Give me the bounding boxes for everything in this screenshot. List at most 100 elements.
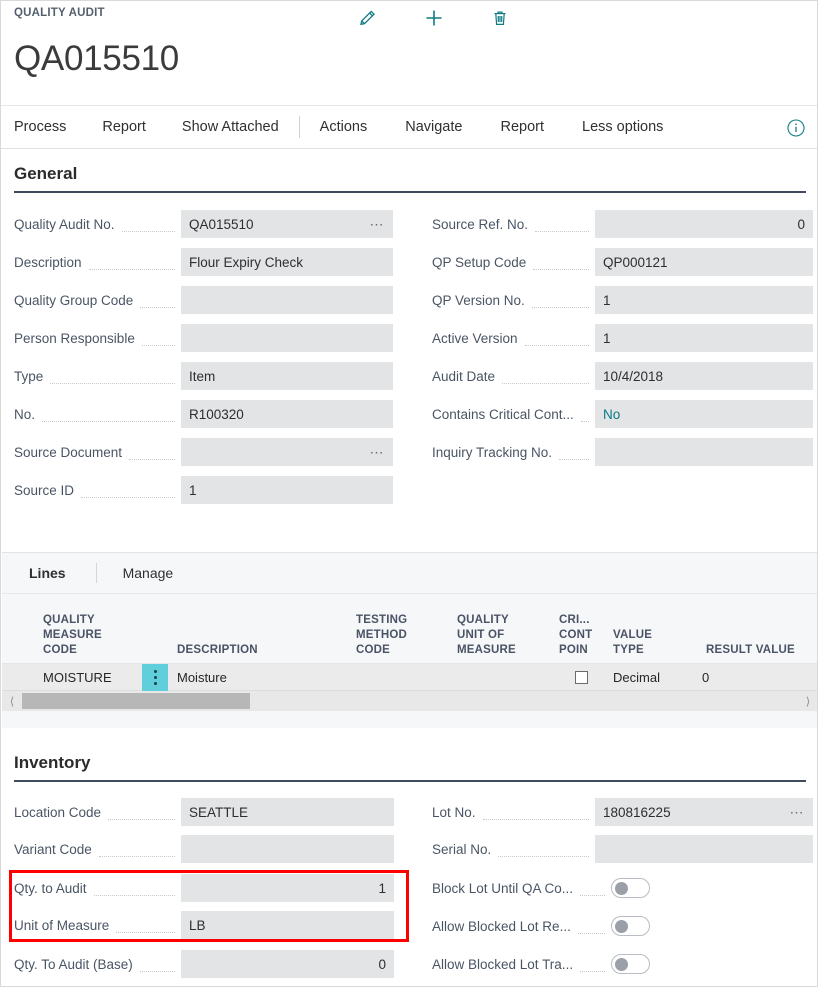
input-audit-date[interactable]: 10/4/2018 <box>595 362 813 390</box>
input-source-ref-no[interactable]: 0 <box>595 210 813 238</box>
leader-dots <box>94 883 175 896</box>
cell-description[interactable]: Moisture <box>177 664 227 691</box>
lookup-ellipsis-icon[interactable]: ⋯ <box>790 805 806 819</box>
cell-result-value[interactable]: 0 <box>702 664 709 691</box>
toggle-block-lot-until-qa-complete[interactable] <box>611 878 650 898</box>
label-description: Description <box>14 255 82 270</box>
input-no[interactable]: R100320 <box>181 400 393 428</box>
value-unit-of-measure: LB <box>189 918 206 933</box>
input-qty-to-audit[interactable]: 1 <box>181 874 394 902</box>
ribbon-item-report[interactable]: Report <box>102 119 146 135</box>
col-description[interactable]: DESCRIPTION <box>177 643 258 658</box>
row-options-icon[interactable] <box>142 664 168 691</box>
input-type[interactable]: Item <box>181 362 393 390</box>
field-inquiry-tracking-no: Inquiry Tracking No. <box>432 438 813 466</box>
lookup-ellipsis-icon[interactable]: ⋯ <box>370 445 386 459</box>
label-inquiry-tracking-no: Inquiry Tracking No. <box>432 445 552 460</box>
ribbon-item-navigate[interactable]: Navigate <box>405 119 462 135</box>
cell-critical-control-point[interactable] <box>575 664 588 691</box>
field-location-code: Location Code SEATTLE <box>14 798 394 826</box>
label-person-responsible: Person Responsible <box>14 331 135 346</box>
col-result-value[interactable]: RESULT VALUE <box>706 643 795 658</box>
input-qp-setup-code[interactable]: QP000121 <box>595 248 813 276</box>
value-active-version: 1 <box>603 331 611 346</box>
input-serial-no[interactable] <box>595 835 813 863</box>
leader-dots <box>129 447 175 460</box>
leader-dots <box>532 295 589 308</box>
tab-manage[interactable]: Manage <box>123 565 174 581</box>
field-block-lot-until-qa-complete: Block Lot Until QA Co... <box>432 874 650 902</box>
input-quality-group-code[interactable] <box>181 286 393 314</box>
delete-trash-icon[interactable] <box>485 3 515 33</box>
input-qp-version-no[interactable]: 1 <box>595 286 813 314</box>
scrollbar-track[interactable] <box>22 691 798 711</box>
cell-quality-measure-code[interactable]: MOISTURE <box>43 664 112 691</box>
toggle-knob <box>615 958 628 971</box>
leader-dots <box>142 333 175 346</box>
input-description[interactable]: Flour Expiry Check <box>181 248 393 276</box>
leader-dots <box>559 447 589 460</box>
toggle-allow-blocked-lot-transfer[interactable] <box>611 954 650 974</box>
label-source-ref-no: Source Ref. No. <box>432 217 528 232</box>
input-qty-to-audit-base[interactable]: 0 <box>181 950 394 978</box>
leader-dots <box>525 333 589 346</box>
field-active-version: Active Version 1 <box>432 324 813 352</box>
leader-dots <box>498 844 589 857</box>
col-testing-method-code[interactable]: TESTING METHOD CODE <box>356 613 407 658</box>
ribbon-item-less-options[interactable]: Less options <box>582 119 663 135</box>
breadcrumb: QUALITY AUDIT <box>14 7 105 19</box>
leader-dots <box>580 959 605 972</box>
label-block-lot-until-qa-complete: Block Lot Until QA Co... <box>432 881 573 896</box>
page-title: QA015510 <box>14 37 179 81</box>
input-unit-of-measure[interactable]: LB <box>181 911 394 939</box>
input-active-version[interactable]: 1 <box>595 324 813 352</box>
chevron-left-icon[interactable]: ⟨ <box>2 695 22 708</box>
input-inquiry-tracking-no[interactable] <box>595 438 813 466</box>
grid-header-row: QUALITY MEASURE CODE DESCRIPTION TESTING… <box>2 594 818 664</box>
scrollbar-thumb[interactable] <box>22 693 250 709</box>
col-quality-measure-code[interactable]: QUALITY MEASURE CODE <box>43 613 102 658</box>
input-quality-audit-no[interactable]: QA015510 ⋯ <box>181 210 393 238</box>
input-source-id[interactable]: 1 <box>181 476 393 504</box>
label-source-id: Source ID <box>14 483 74 498</box>
ribbon-item-report-2[interactable]: Report <box>500 119 544 135</box>
table-row[interactable]: MOISTURE Moisture Decimal 0 <box>2 664 818 691</box>
ribbon-divider <box>299 116 300 138</box>
horizontal-scrollbar[interactable]: ⟨ ⟩ <box>2 691 818 711</box>
leader-dots <box>483 807 589 820</box>
input-location-code[interactable]: SEATTLE <box>181 798 394 826</box>
leader-dots <box>140 959 175 972</box>
critical-control-point-checkbox[interactable] <box>575 671 588 684</box>
toggle-allow-blocked-lot-receipt[interactable] <box>611 916 650 936</box>
input-person-responsible[interactable] <box>181 324 393 352</box>
value-source-id: 1 <box>189 483 197 498</box>
lookup-ellipsis-icon[interactable]: ⋯ <box>370 217 386 231</box>
ribbon-item-process[interactable]: Process <box>14 119 66 135</box>
input-contains-critical-control-point[interactable]: No <box>595 400 813 428</box>
input-source-document[interactable]: ⋯ <box>181 438 393 466</box>
input-variant-code[interactable] <box>181 835 394 863</box>
label-source-document: Source Document <box>14 445 122 460</box>
cell-value-type[interactable]: Decimal <box>613 664 660 691</box>
label-qp-setup-code: QP Setup Code <box>432 255 526 270</box>
ribbon-item-show-attached[interactable]: Show Attached <box>182 119 279 135</box>
col-quality-unit-of-measure[interactable]: QUALITY UNIT OF MEASURE <box>457 613 516 658</box>
col-value-type[interactable]: VALUE TYPE <box>613 628 652 658</box>
field-variant-code: Variant Code <box>14 835 394 863</box>
chevron-right-icon[interactable]: ⟩ <box>798 695 818 708</box>
label-location-code: Location Code <box>14 805 101 820</box>
leader-dots <box>533 257 589 270</box>
new-plus-icon[interactable] <box>419 3 449 33</box>
ribbon-item-actions[interactable]: Actions <box>320 119 368 135</box>
leader-dots <box>116 920 175 933</box>
field-allow-blocked-lot-receipt: Allow Blocked Lot Re... <box>432 912 650 940</box>
tab-lines[interactable]: Lines <box>29 565 66 581</box>
edit-pencil-icon[interactable] <box>353 3 383 33</box>
col-critical-control-point[interactable]: CRI... CONT POIN <box>559 613 592 658</box>
field-allow-blocked-lot-transfer: Allow Blocked Lot Tra... <box>432 950 650 978</box>
value-lot-no: 180816225 <box>603 805 671 820</box>
input-lot-no[interactable]: 180816225 ⋯ <box>595 798 813 826</box>
info-circle-icon[interactable] <box>785 117 807 139</box>
field-qp-setup-code: QP Setup Code QP000121 <box>432 248 813 276</box>
ribbon-right-group: Actions Navigate Report Less options <box>320 119 664 135</box>
